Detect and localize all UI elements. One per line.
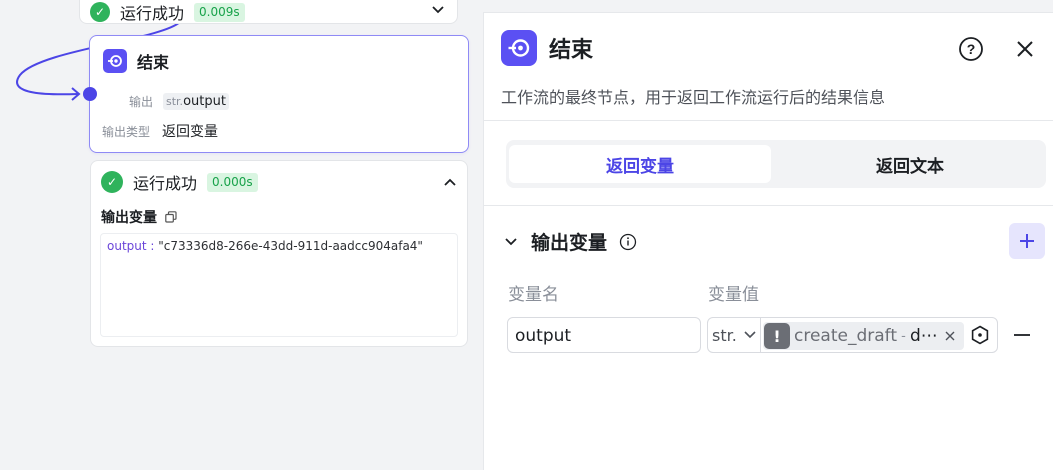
variable-picker-icon[interactable]	[970, 325, 990, 345]
chevron-down-icon[interactable]	[431, 3, 445, 17]
close-icon[interactable]	[1015, 39, 1035, 59]
output-type-badge: str.	[166, 95, 184, 108]
chevron-up-icon[interactable]	[443, 175, 457, 189]
result-section-title: 输出变量	[101, 210, 157, 226]
copy-icon[interactable]	[165, 211, 177, 223]
success-check-icon: ✓	[101, 171, 123, 193]
end-node[interactable]: 结束 输出 str.output 输出类型 返回变量	[89, 35, 469, 153]
chevron-down-icon[interactable]	[503, 234, 519, 250]
output-var-tag: str.output	[163, 93, 229, 110]
tab-return-text[interactable]: 返回文本	[779, 145, 1041, 183]
warning-icon: !	[764, 323, 790, 349]
result-output-key: output :	[107, 239, 159, 253]
ref-variable: d⋯	[909, 326, 938, 346]
remove-tag-icon[interactable]	[945, 331, 955, 341]
run-status: 运行成功	[120, 4, 185, 23]
divider	[484, 120, 1053, 121]
type-select[interactable]: str.	[712, 318, 757, 352]
col-header-value: 变量值	[708, 285, 759, 305]
add-variable-button[interactable]	[1009, 223, 1045, 259]
panel-title: 结束	[549, 38, 594, 63]
tab-return-variable-label: 返回变量	[606, 156, 674, 177]
output-type-value: 返回变量	[162, 124, 218, 140]
tab-return-variable[interactable]: 返回变量	[509, 145, 771, 183]
col-header-name: 变量名	[508, 285, 559, 305]
ref-source: create_draft	[794, 326, 898, 346]
node-config-panel: 结束 ? 工作流的最终节点，用于返回工作流运行后的结果信息 返回变量 返回文本 …	[483, 12, 1053, 470]
workflow-canvas[interactable]: ✓ 运行成功 0.009s 结束 输出 str.output 输出类型 返回变量…	[0, 0, 483, 470]
variable-name-value: output	[515, 326, 572, 346]
variable-reference-tag[interactable]: ! create_draft - d⋯	[763, 322, 964, 350]
ref-separator: -	[897, 328, 910, 344]
chevron-down-icon	[744, 331, 756, 339]
previous-node[interactable]: ✓ 运行成功 0.009s	[79, 0, 458, 24]
end-node-icon	[501, 30, 537, 66]
tab-return-text-label: 返回文本	[876, 156, 944, 177]
result-output-value: "c73336d8-266e-43dd-911d-aadcc904afa4"	[158, 239, 423, 253]
variable-value-input[interactable]: str. ! create_draft - d⋯	[707, 317, 998, 353]
end-node-title: 结束	[137, 53, 170, 72]
run-time-badge: 0.009s	[194, 2, 245, 22]
end-node-icon	[103, 49, 127, 73]
variable-name-input[interactable]: output	[507, 317, 701, 353]
divider	[484, 205, 1053, 206]
input-port[interactable]	[83, 87, 97, 101]
info-icon[interactable]	[619, 233, 637, 251]
result-status: 运行成功	[133, 174, 198, 193]
output-type-label: 输出类型	[102, 124, 151, 139]
help-icon[interactable]: ?	[958, 36, 984, 62]
divider	[760, 318, 761, 352]
result-time-badge: 0.000s	[207, 172, 258, 192]
panel-description: 工作流的最终节点，用于返回工作流运行后的结果信息	[501, 88, 886, 107]
output-section-title: 输出变量	[531, 232, 608, 254]
output-label: 输出	[129, 95, 154, 109]
result-output-box: output : "c73336d8-266e-43dd-911d-aadcc9…	[100, 233, 458, 337]
output-var-name: output	[183, 94, 226, 109]
success-check-icon: ✓	[90, 2, 110, 22]
type-select-value: str.	[712, 325, 737, 345]
remove-row-icon[interactable]	[1013, 329, 1031, 341]
run-result-panel: ✓ 运行成功 0.000s 输出变量 output : "c73336d8-26…	[90, 160, 468, 347]
plus-icon	[1020, 234, 1034, 248]
svg-text:?: ?	[967, 41, 976, 57]
return-mode-switch: 返回变量 返回文本	[506, 140, 1046, 188]
